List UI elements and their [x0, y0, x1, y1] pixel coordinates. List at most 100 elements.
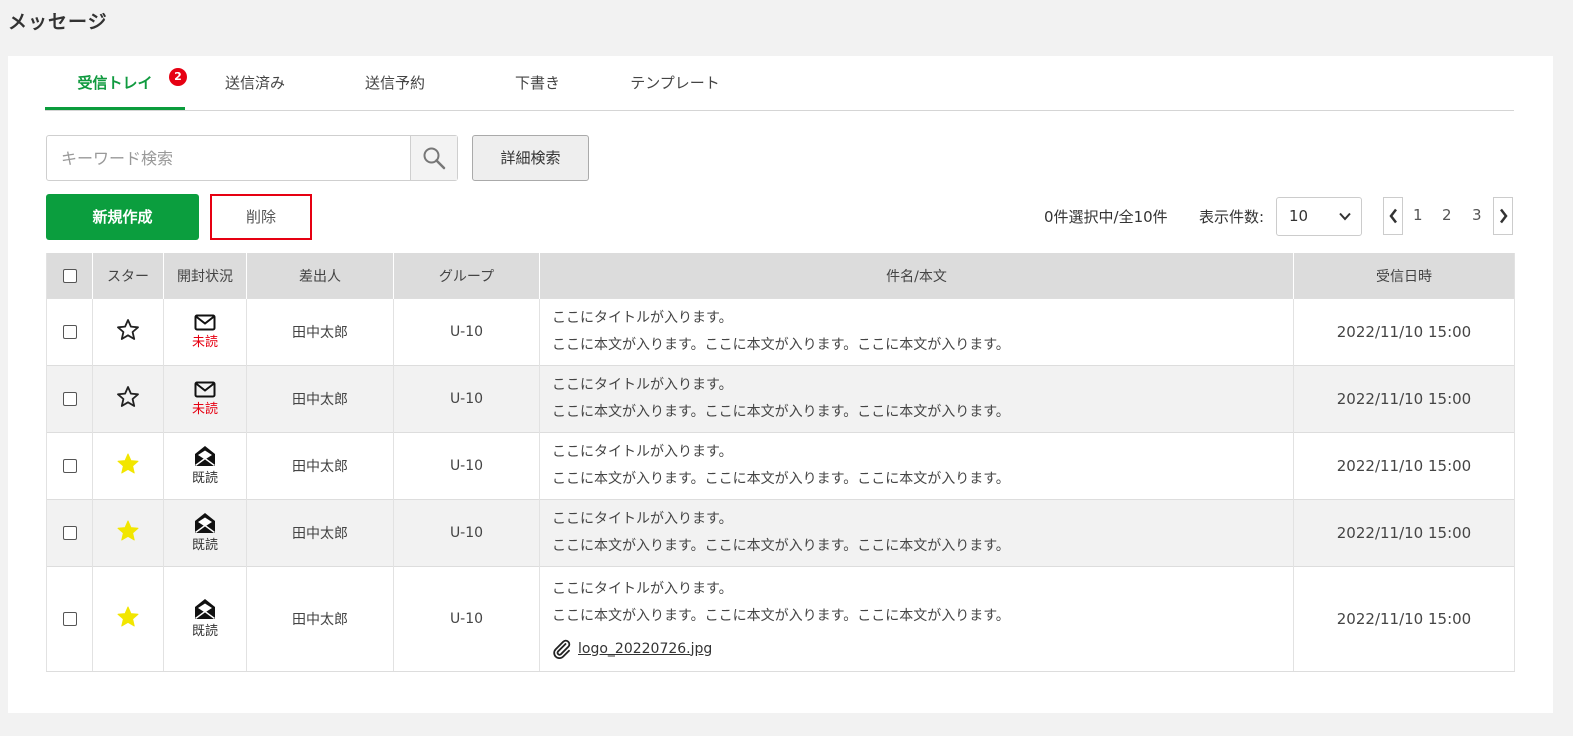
star-cell	[92, 432, 164, 500]
status-cell: 既読	[163, 499, 247, 567]
status-label: 未読	[191, 334, 218, 350]
page-link-1[interactable]: 1	[1413, 206, 1423, 224]
subject-cell[interactable]: ここにタイトルが入ります。 ここに本文が入ります。ここに本文が入ります。ここに本…	[539, 499, 1294, 567]
row-select-cell	[46, 298, 93, 366]
group-cell: U-10	[393, 499, 540, 567]
search-button[interactable]	[410, 136, 457, 180]
chevron-down-icon	[1339, 212, 1351, 221]
message-title: ここにタイトルが入ります。	[552, 580, 733, 597]
status-cell: 既読	[163, 432, 247, 500]
table-row[interactable]: 既読 田中太郎 U-10 ここにタイトルが入ります。 ここに本文が入ります。ここ…	[46, 499, 1515, 567]
page-link-3[interactable]: 3	[1472, 206, 1482, 224]
new-message-button[interactable]: 新規作成	[46, 194, 199, 240]
received-date: 2022/11/10 15:00	[1293, 566, 1515, 672]
tab-inbox[interactable]: 受信トレイ 2	[45, 56, 187, 110]
star-filled-icon[interactable]	[116, 452, 140, 476]
per-page-label: 表示件数:	[1199, 208, 1265, 226]
search-input[interactable]	[47, 136, 413, 180]
tab-bar: 受信トレイ 2 送信済み 送信予約 下書き テンプレート	[45, 56, 1514, 111]
column-header-status: 開封状況	[163, 253, 247, 299]
status-cell: 未読	[163, 298, 247, 366]
status-cell: 既読	[163, 566, 247, 672]
table-header-row: スター 開封状況 差出人 グループ 件名/本文 受信日時	[46, 253, 1515, 299]
attachment-link[interactable]: logo_20220726.jpg	[578, 636, 712, 663]
star-cell	[92, 499, 164, 567]
row-checkbox[interactable]	[62, 392, 77, 406]
sender-cell: 田中太郎	[246, 499, 394, 567]
search-box	[46, 135, 458, 181]
star-cell	[92, 566, 164, 672]
star-outline-icon[interactable]	[116, 385, 140, 409]
subject-cell[interactable]: ここにタイトルが入ります。 ここに本文が入ります。ここに本文が入ります。ここに本…	[539, 566, 1294, 672]
unread-count-badge: 2	[169, 68, 187, 86]
table-row[interactable]: 未読 田中太郎 U-10 ここにタイトルが入ります。 ここに本文が入ります。ここ…	[46, 298, 1515, 366]
row-checkbox[interactable]	[62, 526, 77, 540]
received-date: 2022/11/10 15:00	[1293, 432, 1515, 500]
message-body: ここに本文が入ります。ここに本文が入ります。ここに本文が入ります。	[552, 607, 1010, 624]
tab-inbox-label: 受信トレイ	[77, 74, 153, 92]
message-body: ここに本文が入ります。ここに本文が入ります。ここに本文が入ります。	[552, 404, 1010, 420]
tab-drafts[interactable]: 下書き	[500, 56, 575, 110]
tab-scheduled[interactable]: 送信予約	[350, 56, 440, 110]
subject-cell[interactable]: ここにタイトルが入ります。 ここに本文が入ります。ここに本文が入ります。ここに本…	[539, 365, 1294, 433]
status-label: 既読	[191, 471, 218, 486]
table-row[interactable]: 未読 田中太郎 U-10 ここにタイトルが入ります。 ここに本文が入ります。ここ…	[46, 365, 1515, 433]
received-date: 2022/11/10 15:00	[1293, 499, 1515, 567]
message-title: ここにタイトルが入ります。	[552, 377, 733, 393]
column-header-group: グループ	[393, 253, 540, 299]
row-select-cell	[46, 432, 93, 500]
table-row[interactable]: 既読 田中太郎 U-10 ここにタイトルが入ります。 ここに本文が入ります。ここ…	[46, 432, 1515, 500]
tab-templates[interactable]: テンプレート	[620, 56, 730, 110]
sender-cell: 田中太郎	[246, 566, 394, 672]
prev-page-button[interactable]	[1383, 197, 1403, 235]
row-select-cell	[46, 566, 93, 672]
column-header-sender: 差出人	[246, 253, 394, 299]
message-title: ここにタイトルが入ります。	[552, 444, 733, 460]
sender-cell: 田中太郎	[246, 365, 394, 433]
message-table: スター 開封状況 差出人 グループ 件名/本文 受信日時 未読 田中太郎 U-1…	[46, 253, 1515, 672]
sender-cell: 田中太郎	[246, 298, 394, 366]
message-body: ここに本文が入ります。ここに本文が入ります。ここに本文が入ります。	[552, 337, 1010, 353]
group-cell: U-10	[393, 365, 540, 433]
page-link-2[interactable]: 2	[1442, 206, 1452, 224]
subject-cell[interactable]: ここにタイトルが入ります。 ここに本文が入ります。ここに本文が入ります。ここに本…	[539, 432, 1294, 500]
envelope-closed-icon	[194, 381, 216, 397]
chevron-left-icon	[1388, 208, 1397, 224]
search-icon	[423, 147, 446, 170]
envelope-open-icon	[195, 446, 215, 467]
paperclip-icon	[553, 639, 571, 659]
advanced-search-button[interactable]: 詳細検索	[472, 135, 589, 181]
received-date: 2022/11/10 15:00	[1293, 298, 1515, 366]
selection-count: 0件選択中/全10件	[1044, 208, 1168, 226]
star-filled-icon[interactable]	[116, 605, 140, 629]
status-cell: 未読	[163, 365, 247, 433]
select-all-header	[46, 253, 93, 299]
next-page-button[interactable]	[1493, 197, 1513, 235]
per-page-select[interactable]: 10	[1276, 197, 1362, 236]
status-label: 既読	[191, 538, 218, 553]
sender-cell: 田中太郎	[246, 432, 394, 500]
row-select-cell	[46, 365, 93, 433]
message-body: ここに本文が入ります。ここに本文が入ります。ここに本文が入ります。	[552, 471, 1010, 487]
group-cell: U-10	[393, 566, 540, 672]
group-cell: U-10	[393, 432, 540, 500]
envelope-open-icon	[195, 513, 215, 534]
row-checkbox[interactable]	[62, 612, 77, 626]
column-header-received: 受信日時	[1293, 253, 1515, 299]
star-outline-icon[interactable]	[116, 318, 140, 342]
envelope-closed-icon	[194, 314, 216, 330]
column-header-star: スター	[92, 253, 164, 299]
row-checkbox[interactable]	[62, 325, 77, 339]
subject-cell[interactable]: ここにタイトルが入ります。 ここに本文が入ります。ここに本文が入ります。ここに本…	[539, 298, 1294, 366]
row-checkbox[interactable]	[62, 459, 77, 473]
per-page-value: 10	[1289, 207, 1309, 225]
row-select-cell	[46, 499, 93, 567]
status-label: 既読	[191, 624, 218, 639]
star-filled-icon[interactable]	[116, 519, 140, 543]
message-title: ここにタイトルが入ります。	[552, 310, 733, 326]
tab-sent[interactable]: 送信済み	[210, 56, 300, 110]
select-all-checkbox[interactable]	[62, 268, 77, 283]
star-cell	[92, 365, 164, 433]
table-row[interactable]: 既読 田中太郎 U-10 ここにタイトルが入ります。 ここに本文が入ります。ここ…	[46, 566, 1515, 672]
delete-button[interactable]: 削除	[210, 194, 312, 240]
